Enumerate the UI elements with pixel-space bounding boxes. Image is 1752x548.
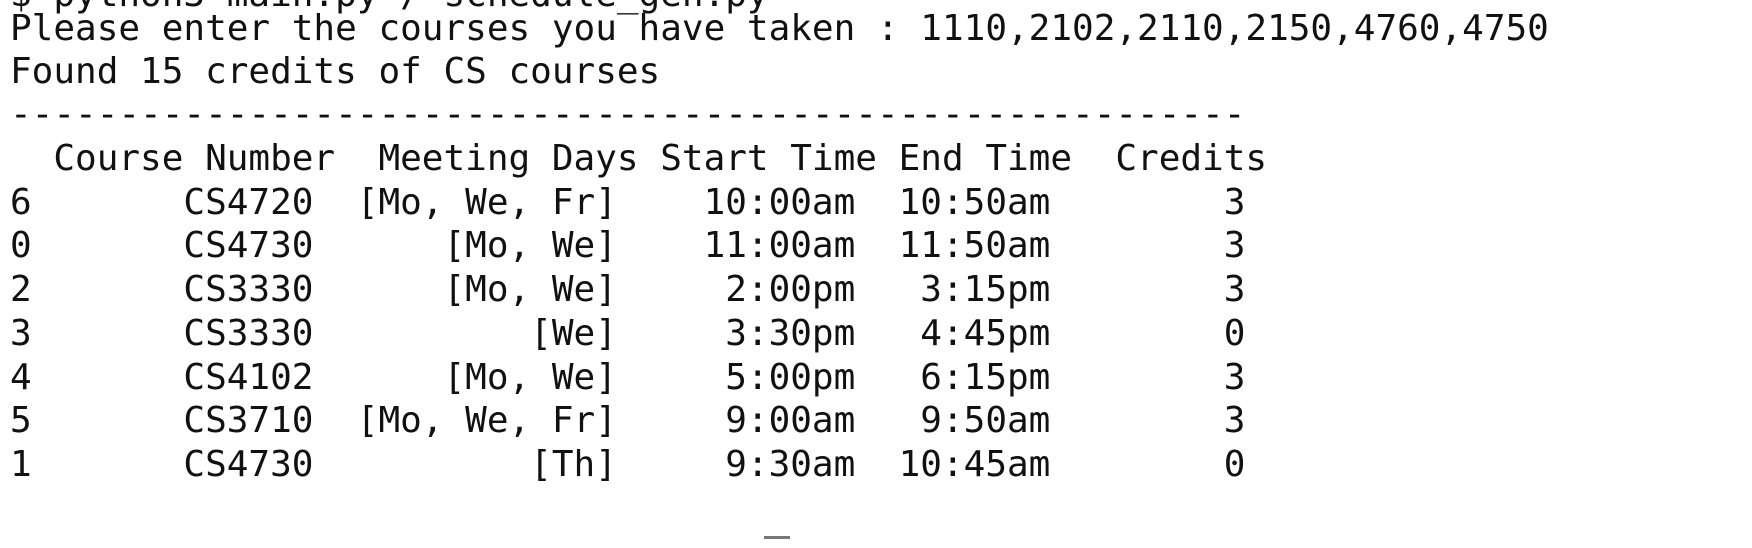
table-row: 1 CS4730 [Th] 9:30am 10:45am 0	[10, 443, 1246, 485]
table-separator: ----------------------------------------…	[10, 94, 1246, 135]
table-header-row: Course Number Meeting Days Start Time En…	[10, 138, 1268, 179]
table-row: 5 CS3710 [Mo, We, Fr] 9:00am 9:50am 3	[10, 400, 1246, 442]
table-row: 3 CS3330 [We] 3:30pm 4:45pm 0	[10, 312, 1246, 354]
terminal-cursor	[764, 536, 790, 539]
table-row: 6 CS4720 [Mo, We, Fr] 10:00am 10:50am 3	[10, 181, 1246, 223]
course-input-prompt: Please enter the courses you have taken …	[10, 8, 1549, 49]
table-row: 4 CS4102 [Mo, We] 5:00pm 6:15pm 3	[10, 356, 1246, 398]
table-row: 0 CS4730 [Mo, We] 11:00am 11:50am 3	[10, 225, 1246, 267]
credits-found-message: Found 15 credits of CS courses	[10, 51, 661, 92]
terminal-window[interactable]: $ python3 main.py / schedule_gen.py Plea…	[0, 0, 1752, 548]
table-row: 2 CS3330 [Mo, We] 2:00pm 3:15pm 3	[10, 269, 1246, 311]
